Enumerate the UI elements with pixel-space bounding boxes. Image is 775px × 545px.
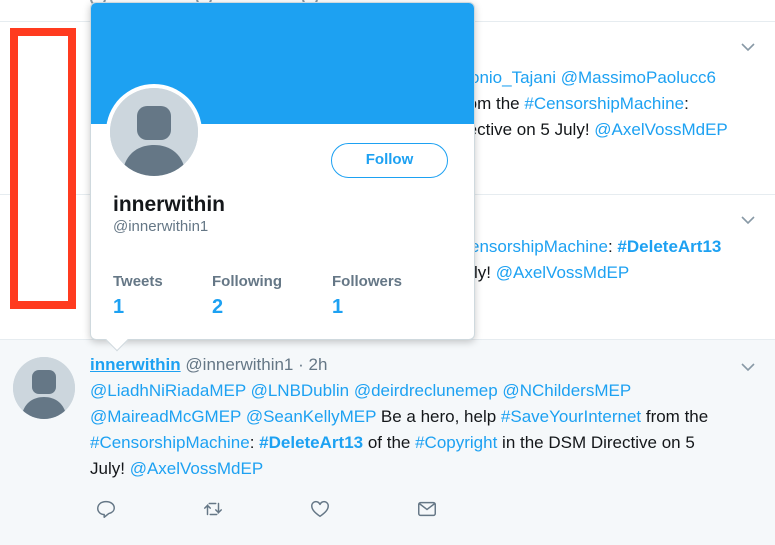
tweet-text: in the DSM Directive on 5 (497, 433, 695, 452)
follow-button[interactable]: Follow (331, 143, 448, 178)
hashtag-link[interactable]: #DeleteArt13 (259, 433, 363, 452)
tweet-text-line: rom the #CensorshipMachine: (462, 92, 689, 116)
stat-tweets[interactable]: Tweets 1 (113, 273, 163, 319)
mention-link[interactable]: @AxelVossMdEP (130, 459, 263, 478)
tweet-text-line: @MaireadMcGMEP @SeanKellyMEP Be a hero, … (90, 405, 708, 429)
stat-label: Following (212, 273, 282, 290)
hashtag-link[interactable]: #DeleteArt13 (617, 237, 721, 256)
tweet-text-line: onio_Tajani @MassimoPaolucc6 (470, 66, 716, 90)
tweet-actions (95, 498, 523, 522)
hashtag-link[interactable]: #Copyright (415, 433, 497, 452)
tweet-text: from the (641, 407, 709, 426)
message-button[interactable] (416, 498, 523, 522)
tweet-text: of the (363, 433, 416, 452)
stat-following[interactable]: Following 2 (212, 273, 282, 319)
stat-followers[interactable]: Followers 1 (332, 273, 402, 319)
message-icon (418, 501, 436, 517)
hashtag-link[interactable]: ensorshipMachine (470, 237, 608, 256)
tweet-text-line: @LiadhNiRiadaMEP @LNBDublin @deirdreclun… (90, 379, 631, 403)
reply-icon (97, 500, 115, 518)
chevron-down-icon[interactable] (741, 40, 755, 54)
chevron-down-icon[interactable] (741, 360, 755, 374)
stat-value: 1 (332, 296, 344, 318)
reply-button[interactable] (95, 498, 202, 522)
like-button[interactable] (309, 498, 416, 522)
hashtag-link[interactable]: #CensorshipMachine (90, 433, 250, 452)
tweet-text: July! (90, 459, 130, 478)
stat-value: 1 (113, 296, 125, 318)
display-name-link[interactable]: innerwithin (90, 355, 181, 374)
profile-hover-card: Follow innerwithin @innerwithin1 Tweets … (90, 2, 475, 352)
tweet-text: Be a hero, help (376, 407, 501, 426)
user-handle[interactable]: @innerwithin1 (185, 355, 293, 374)
stat-label: Followers (332, 273, 403, 290)
profile-handle[interactable]: @innerwithin1 (113, 218, 208, 235)
like-icon (311, 500, 329, 518)
retweet-icon (204, 502, 222, 516)
tweet-text-line: #CensorshipMachine: #DeleteArt13 of the … (90, 431, 695, 455)
mention-link[interactable]: @MaireadMcGMEP @SeanKellyMEP (90, 407, 376, 426)
mention-link[interactable]: @AxelVossMdEP (496, 263, 629, 282)
default-avatar-icon (110, 88, 198, 176)
mention-link[interactable]: @LiadhNiRiadaMEP @LNBDublin @deirdreclun… (90, 381, 631, 400)
mention-link[interactable]: @AxelVossMdEP (594, 120, 727, 139)
hashtag-link[interactable]: #SaveYourInternet (501, 407, 641, 426)
highlight-annotation-box (10, 28, 76, 309)
stat-label: Tweets (113, 273, 163, 290)
tweet-text: : (684, 94, 689, 113)
profile-display-name[interactable]: innerwithin (113, 193, 225, 217)
chevron-down-icon[interactable] (741, 213, 755, 227)
avatar[interactable] (13, 357, 75, 419)
mention-link[interactable]: onio_Tajani @MassimoPaolucc6 (470, 68, 716, 87)
retweet-button[interactable] (202, 498, 309, 522)
timeline: onio_Tajani @MassimoPaolucc6 rom the #Ce… (0, 0, 775, 545)
tweet-text: rective on 5 July! (462, 120, 595, 139)
tweet-text: ly! (474, 263, 496, 282)
profile-avatar[interactable] (106, 84, 202, 180)
tweet-header: innerwithin @innerwithin1 · 2h (90, 353, 327, 377)
timestamp[interactable]: · 2h (298, 355, 327, 374)
tweet-item[interactable]: innerwithin @innerwithin1 · 2h @LiadhNiR… (0, 340, 775, 545)
tweet-text-line: rective on 5 July! @AxelVossMdEP (462, 118, 728, 142)
tweet-text: : (607, 237, 618, 256)
tweet-text: : (249, 433, 260, 452)
stat-value: 2 (212, 296, 224, 318)
tweet-text-line: ly! @AxelVossMdEP (474, 261, 629, 285)
tweet-text-line: July! @AxelVossMdEP (90, 457, 263, 481)
hashtag-link[interactable]: #CensorshipMachine (524, 94, 684, 113)
tweet-text-line: ensorshipMachine: #DeleteArt13 (470, 235, 721, 259)
